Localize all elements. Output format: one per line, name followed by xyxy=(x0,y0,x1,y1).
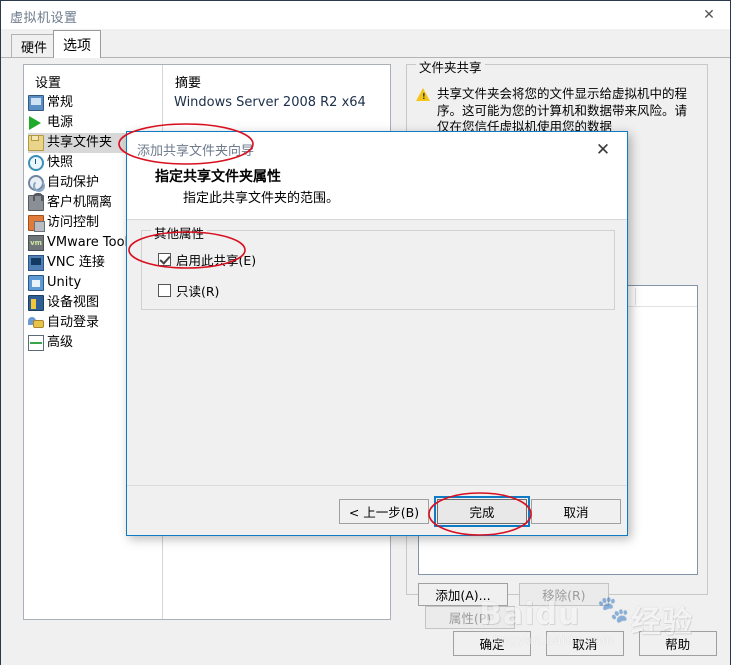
checkbox-icon[interactable] xyxy=(158,253,171,266)
back-button[interactable]: < 上一步(B) xyxy=(339,499,429,524)
tab-hardware[interactable]: 硬件 xyxy=(11,34,58,58)
wizard-title: 添加共享文件夹向导 xyxy=(137,144,255,159)
enable-share-label: 启用此共享(E) xyxy=(176,253,257,268)
tabstrip: 硬件 选项 xyxy=(1,29,730,58)
read-only-label: 只读(R) xyxy=(176,284,220,299)
sidebar-item-power[interactable]: 电源 xyxy=(28,113,160,133)
autoprotect-icon xyxy=(28,175,45,192)
sidebar-item-label: 自动登录 xyxy=(47,315,100,330)
close-icon[interactable]: ✕ xyxy=(583,136,623,164)
sidebar-item-label: Unity xyxy=(47,275,82,290)
device-view-icon xyxy=(28,295,44,311)
watermark-cn: 经验 xyxy=(631,605,693,640)
auto-login-icon xyxy=(28,315,44,331)
sidebar-item-label: 设备视图 xyxy=(47,295,100,310)
watermark: Baidu 🐾 经验 jingyan.baidu.com xyxy=(479,595,729,657)
monitor-icon xyxy=(28,95,44,111)
sidebar-item-label: 访问控制 xyxy=(47,215,100,230)
sidebar-item-label: 共享文件夹 xyxy=(47,135,113,150)
vmware-tools-icon: vm xyxy=(28,235,44,251)
wizard-heading: 指定共享文件夹属性 xyxy=(155,169,281,185)
wizard-subheading: 指定此共享文件夹的范围。 xyxy=(183,191,340,206)
settings-column-header: 设置 xyxy=(35,76,62,91)
unity-icon xyxy=(28,275,44,291)
sidebar-item-general[interactable]: 常规 xyxy=(28,93,160,113)
sidebar-item-label: VMware Tools xyxy=(47,235,135,250)
column-divider[interactable] xyxy=(635,288,636,305)
sidebar-item-label: 客户机隔离 xyxy=(47,195,113,210)
cancel-button[interactable]: 取消 xyxy=(531,499,621,524)
other-attributes-title: 其他属性 xyxy=(151,223,208,242)
wizard-footer: < 上一步(B) 完成 取消 xyxy=(127,485,627,535)
sidebar-item-label: 自动保护 xyxy=(47,175,100,190)
wizard-header: 添加共享文件夹向导 ✕ 指定共享文件夹属性 指定此共享文件夹的范围。 xyxy=(127,132,627,220)
close-icon[interactable]: ✕ xyxy=(688,1,730,29)
read-only-checkbox-row[interactable]: 只读(R) xyxy=(158,281,219,300)
folder-icon xyxy=(28,135,44,151)
tab-underline xyxy=(1,57,730,58)
sidebar-item-label: VNC 连接 xyxy=(47,255,105,270)
paw-icon: 🐾 xyxy=(597,595,630,625)
sidebar-item-label: 常规 xyxy=(47,95,74,110)
vnc-icon xyxy=(28,255,44,271)
folder-sharing-warning-text: 共享文件夹会将您的文件显示给虚拟机中的程序。这可能为您的计算机和数据带来风险。请… xyxy=(437,86,688,134)
watermark-brand: Baidu xyxy=(479,597,581,632)
add-shared-folder-wizard: 添加共享文件夹向导 ✕ 指定共享文件夹属性 指定此共享文件夹的范围。 其他属性 … xyxy=(126,131,628,536)
sidebar-item-label: 电源 xyxy=(47,115,74,130)
finish-button[interactable]: 完成 xyxy=(434,496,530,527)
titlebar: 虚拟机设置 ✕ xyxy=(1,1,730,29)
tab-options[interactable]: 选项 xyxy=(53,30,101,58)
checkbox-icon[interactable] xyxy=(158,284,171,297)
clock-icon xyxy=(28,155,44,171)
watermark-url: jingyan.baidu.com xyxy=(493,633,614,647)
sidebar-item-label: 高级 xyxy=(47,335,74,350)
other-attributes-group: 其他属性 启用此共享(E) 只读(R) xyxy=(141,223,615,310)
warning-icon: ! xyxy=(416,88,431,102)
folder-sharing-title: 文件夹共享 xyxy=(416,57,485,76)
window-title: 虚拟机设置 xyxy=(10,11,78,26)
vm-settings-window: 虚拟机设置 ✕ 硬件 选项 设置 常规 电源 共享文件夹 快照 自动保护 客户机… xyxy=(0,0,731,665)
enable-share-checkbox-row[interactable]: 启用此共享(E) xyxy=(158,250,256,269)
summary-value: Windows Server 2008 R2 x64 xyxy=(174,95,366,110)
lock-icon xyxy=(28,193,44,211)
play-icon xyxy=(28,115,44,131)
warning-glyph: ! xyxy=(422,92,426,101)
summary-column-header: 摘要 xyxy=(175,76,202,91)
access-control-icon xyxy=(28,215,45,232)
advanced-icon xyxy=(28,335,44,351)
sidebar-item-label: 快照 xyxy=(47,155,74,170)
